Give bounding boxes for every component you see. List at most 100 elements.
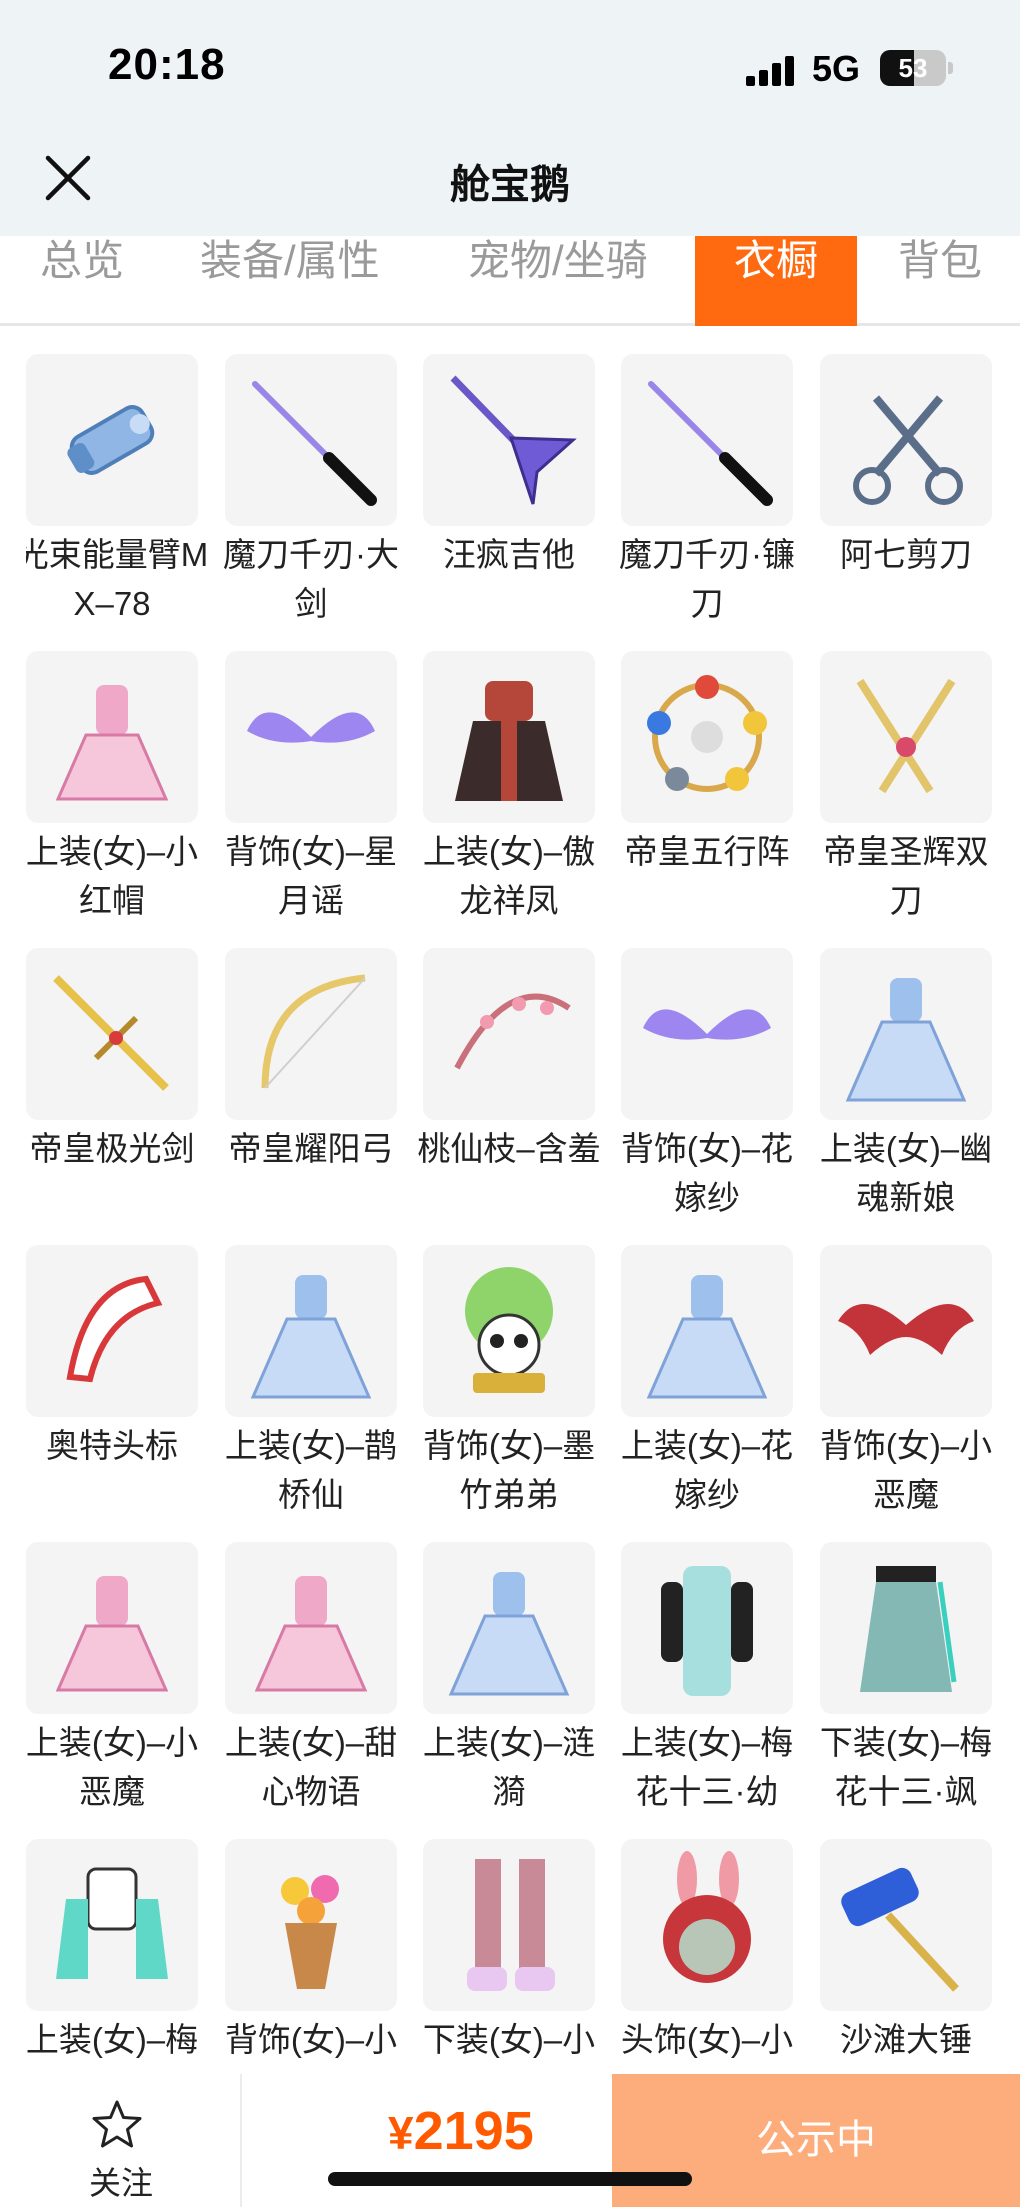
publicity-status-button[interactable]: 公示中 [612, 2074, 1020, 2207]
tab-equipment[interactable]: 装备/属性 [200, 236, 430, 326]
tab-pets[interactable]: 宠物/坐骑 [468, 236, 698, 326]
item-label: 上装(女)–梅花十三·幼 [620, 1724, 794, 1810]
dress-icon [55, 685, 169, 801]
wardrobe-item[interactable]: 上装(女)–小红帽 [26, 651, 198, 947]
wardrobe-item[interactable]: 阿七剪刀 [820, 354, 992, 650]
item-thumbnail [423, 948, 595, 1120]
item-label: 上装(女)–小红帽 [26, 833, 199, 919]
item-thumbnail [621, 1542, 793, 1714]
wardrobe-item[interactable]: 下装(女)–梅花十三·飒 [820, 1542, 992, 1838]
golden-sword-icon [53, 975, 169, 1091]
item-label: 上装(女)–梅 [26, 2021, 199, 2058]
item-thumbnail [423, 1839, 595, 2011]
gown-icon [646, 1275, 768, 1399]
jacket-icon [56, 1867, 168, 1979]
item-thumbnail [225, 948, 397, 1120]
battery-tip [948, 62, 953, 74]
wardrobe-item[interactable]: 上装(女)–梅花十三·幼 [621, 1542, 793, 1838]
item-label: 帝皇圣辉双刀 [823, 833, 989, 919]
wardrobe-item[interactable]: 汪疯吉他 [423, 354, 595, 650]
wardrobe-item[interactable]: 背饰(女)–小恶魔 [820, 1245, 992, 1541]
tab-overview[interactable]: 总览 [40, 236, 180, 326]
wardrobe-item[interactable]: 上装(女)–鹊桥仙 [225, 1245, 397, 1541]
item-thumbnail [820, 1542, 992, 1714]
item-thumbnail [621, 948, 793, 1120]
item-label: 背饰(女)–星月谣 [224, 833, 398, 919]
blossom-bow-icon [454, 993, 571, 1070]
item-thumbnail [26, 1542, 198, 1714]
wardrobe-item[interactable]: 光束能量臂MX–78 [26, 354, 208, 650]
wardrobe-item[interactable]: 背饰(女)–星月谣 [225, 651, 397, 947]
guitar-icon [450, 375, 577, 505]
wardrobe-item[interactable]: 帝皇五行阵 [621, 651, 793, 947]
wardrobe-item[interactable]: 背饰(女)–墨竹弟弟 [423, 1245, 595, 1541]
wardrobe-item[interactable]: 桃仙枝–含羞 [417, 948, 601, 1244]
wardrobe-item[interactable]: 上装(女)–花嫁纱 [621, 1245, 793, 1541]
wardrobe-item[interactable]: 上装(女)–傲龙祥凤 [423, 651, 595, 947]
wardrobe-item[interactable]: 下装(女)–小 [423, 1839, 595, 2074]
item-thumbnail [423, 651, 595, 823]
price: ¥2195 [388, 2100, 534, 2162]
wardrobe-item[interactable]: 上装(女)–小恶魔 [26, 1542, 198, 1838]
item-label: 魔刀千刃·大剑 [223, 536, 399, 622]
wardrobe-item[interactable]: 魔刀千刃·大剑 [223, 354, 399, 650]
item-thumbnail [225, 1245, 397, 1417]
wardrobe-item[interactable]: 背饰(女)–花嫁纱 [621, 948, 793, 1244]
tab-wardrobe[interactable]: 衣橱 [695, 236, 857, 326]
price-value: 2195 [413, 2101, 534, 2161]
status-time: 20:18 [108, 40, 226, 89]
wings-icon [247, 712, 375, 743]
item-label: 汪疯吉他 [443, 536, 575, 573]
page-title: 舱宝鹅 [450, 163, 570, 207]
currency-symbol: ¥ [388, 2107, 414, 2159]
item-label: 背饰(女)–小恶魔 [819, 1427, 993, 1513]
item-label: 帝皇耀阳弓 [228, 1130, 394, 1167]
item-thumbnail [225, 1839, 397, 2011]
wardrobe-item[interactable]: 上装(女)–涟漪 [423, 1542, 595, 1838]
hammer-icon [841, 1867, 959, 1992]
wardrobe-item[interactable]: 背饰(女)–小 [225, 1839, 397, 2074]
item-thumbnail [621, 1245, 793, 1417]
item-thumbnail [621, 651, 793, 823]
wardrobe-item[interactable]: 帝皇耀阳弓 [225, 948, 397, 1244]
item-thumbnail [621, 1839, 793, 2011]
sword-icon [252, 381, 377, 506]
item-thumbnail [820, 1245, 992, 1417]
gown-icon [250, 1275, 372, 1399]
tab-bar: 总览 装备/属性 宠物/坐骑 衣橱 背包 [0, 236, 1020, 326]
item-label: 下装(女)–小 [422, 2021, 596, 2058]
item-thumbnail [423, 1245, 595, 1417]
item-thumbnail [820, 1839, 992, 2011]
wardrobe-item[interactable]: 帝皇圣辉双刀 [820, 651, 992, 947]
dress-icon [55, 1576, 169, 1692]
wardrobe-item[interactable]: 上装(女)–梅 [26, 1839, 198, 2074]
item-label: 上装(女)–幽魂新娘 [819, 1130, 993, 1216]
wardrobe-item[interactable]: 魔刀千刃·镰刀 [619, 354, 795, 650]
bottom-bar: 关注 ¥2195 公示中 [0, 2074, 1020, 2207]
item-label: 沙滩大锤 [840, 2021, 972, 2058]
item-label: 奥特头标 [46, 1427, 178, 1464]
wardrobe-item[interactable]: 头饰(女)–小 [621, 1839, 793, 2074]
battery-icon: 53 [880, 50, 946, 86]
item-label: 上装(女)–鹊桥仙 [224, 1427, 398, 1513]
wardrobe-item[interactable]: 帝皇极光剑 [26, 948, 198, 1244]
scissors-icon [853, 395, 963, 505]
wardrobe-item[interactable]: 上装(女)–甜心物语 [225, 1542, 397, 1838]
wardrobe-item[interactable]: 沙滩大锤 [820, 1839, 992, 2074]
item-label: 上装(女)–花嫁纱 [620, 1427, 794, 1513]
wardrobe-item[interactable]: 奥特头标 [26, 1245, 198, 1541]
tab-backpack[interactable]: 背包 [898, 236, 1020, 326]
item-label: 背饰(女)–小 [224, 2021, 398, 2058]
follow-button[interactable]: 关注 [0, 2074, 242, 2207]
wardrobe-item[interactable]: 上装(女)–幽魂新娘 [820, 948, 992, 1244]
item-label: 上装(女)–涟漪 [422, 1724, 596, 1810]
battery-level: 53 [898, 53, 928, 83]
item-label: 背饰(女)–墨竹弟弟 [422, 1427, 596, 1513]
item-thumbnail [26, 651, 198, 823]
item-thumbnail [26, 1839, 198, 2011]
item-thumbnail [423, 1542, 595, 1714]
item-label: 帝皇五行阵 [624, 833, 790, 870]
bat-wings-icon [838, 1303, 974, 1355]
item-label: 桃仙枝–含羞 [417, 1130, 601, 1167]
orb-ring-icon [647, 675, 767, 792]
